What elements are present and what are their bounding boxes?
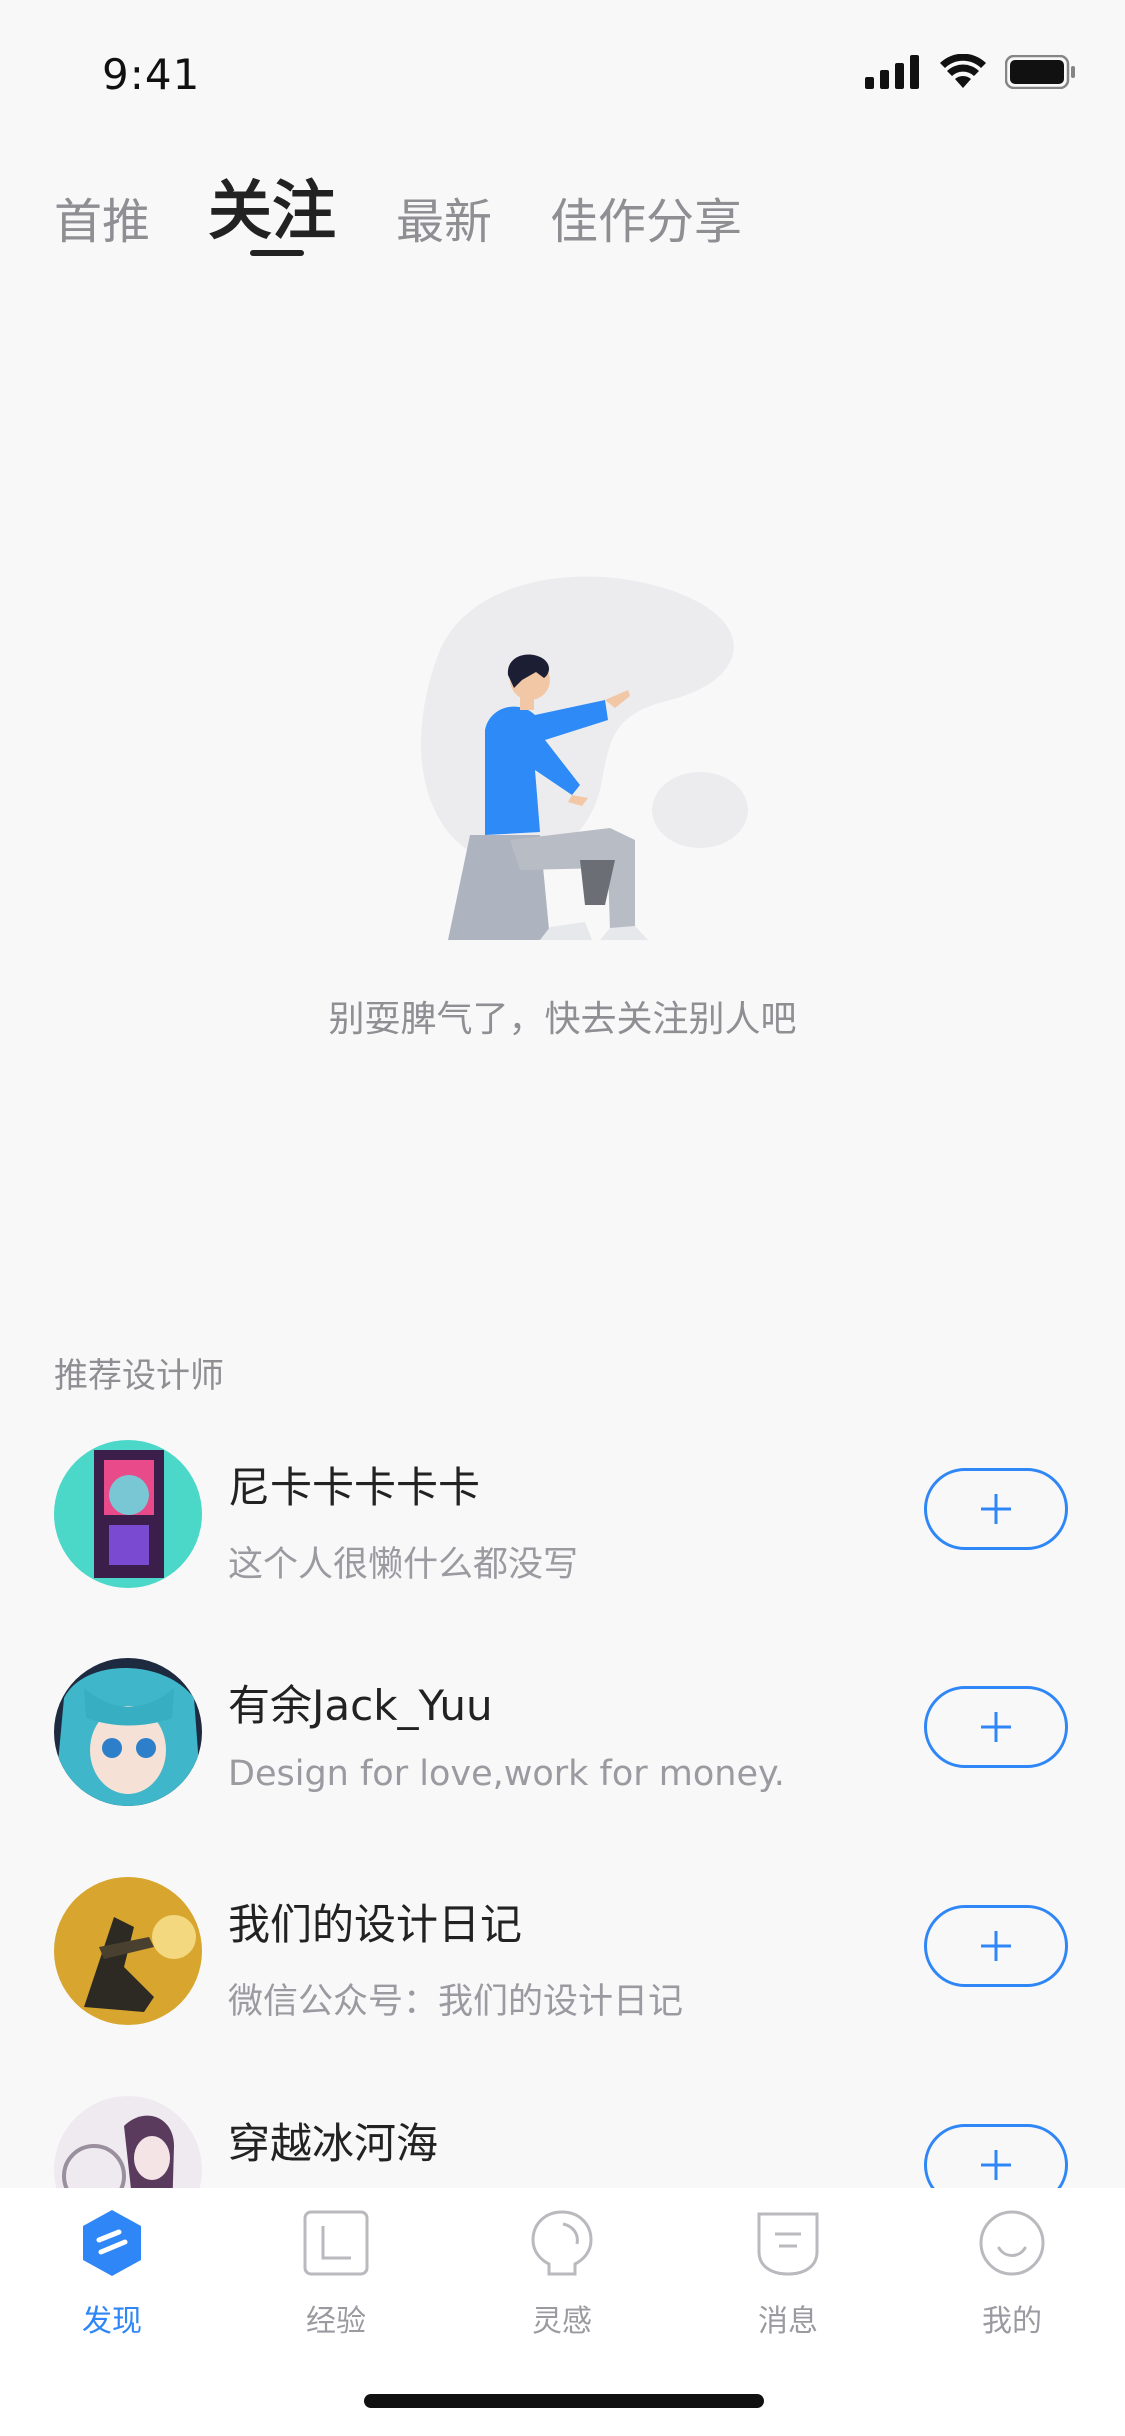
signal-icon <box>865 55 919 89</box>
list-item[interactable]: 有余Jack_Yuu Design for love,work for mone… <box>0 1658 1125 1818</box>
tab-discover[interactable]: 发现 <box>32 2208 192 2348</box>
battery-icon <box>1005 55 1075 89</box>
tab-inspiration[interactable]: 灵感 <box>482 2208 642 2348</box>
plus-icon <box>981 1494 1011 1524</box>
inspiration-icon <box>531 2210 593 2276</box>
designer-name: 尼卡卡卡卡卡 <box>228 1463 481 1512</box>
message-icon <box>757 2212 819 2276</box>
follow-button[interactable] <box>924 1686 1068 1768</box>
avatar[interactable] <box>54 1440 202 1588</box>
avatar[interactable] <box>54 1877 202 2025</box>
tab-label: 经验 <box>306 2304 366 2339</box>
designer-name: 穿越冰河海 <box>228 2119 439 2168</box>
home-indicator <box>364 2394 764 2408</box>
designer-name: 有余Jack_Yuu <box>228 1681 493 1730</box>
follow-button[interactable] <box>924 1905 1068 1987</box>
designer-name: 我们的设计日记 <box>228 1900 523 1949</box>
experience-icon <box>303 2210 369 2276</box>
status-time: 9:41 <box>102 50 201 99</box>
plus-icon <box>981 1712 1011 1742</box>
designer-description: 微信公众号：我们的设计日记 <box>228 1982 684 2022</box>
empty-state-illustration <box>421 576 748 940</box>
designer-description: 这个人很懒什么都没写 <box>228 1545 579 1585</box>
status-bar: 9:41 <box>0 0 1125 140</box>
empty-state-message: 别耍脾气了，快去关注别人吧 <box>328 999 797 1040</box>
follow-button[interactable] <box>924 1468 1068 1550</box>
status-icons <box>865 52 1077 92</box>
tab-following[interactable]: 关注 <box>208 160 336 252</box>
profile-icon <box>979 2210 1045 2276</box>
list-item[interactable]: 尼卡卡卡卡卡 这个人很懒什么都没写 <box>0 1440 1125 1600</box>
list-item[interactable]: 我们的设计日记 微信公众号：我们的设计日记 <box>0 1877 1125 2037</box>
tab-label: 我的 <box>982 2304 1042 2339</box>
avatar[interactable] <box>54 1658 202 1806</box>
tab-profile[interactable]: 我的 <box>932 2208 1092 2348</box>
tab-label: 灵感 <box>532 2304 592 2339</box>
tab-label: 发现 <box>82 2304 142 2339</box>
tab-experience[interactable]: 经验 <box>256 2208 416 2348</box>
plus-icon <box>981 2150 1011 2180</box>
discover-icon <box>83 2210 141 2276</box>
active-tab-indicator <box>250 250 304 256</box>
tab-showcase[interactable]: 佳作分享 <box>550 182 742 252</box>
section-title: 推荐设计师 <box>54 1356 224 1396</box>
tab-messages[interactable]: 消息 <box>708 2208 868 2348</box>
tab-label: 消息 <box>758 2304 818 2339</box>
tab-latest[interactable]: 最新 <box>396 182 492 252</box>
designer-description: Design for love,work for money. <box>228 1754 785 1794</box>
tab-recommend[interactable]: 首推 <box>54 182 150 252</box>
wifi-icon <box>940 54 986 88</box>
plus-icon <box>981 1931 1011 1961</box>
